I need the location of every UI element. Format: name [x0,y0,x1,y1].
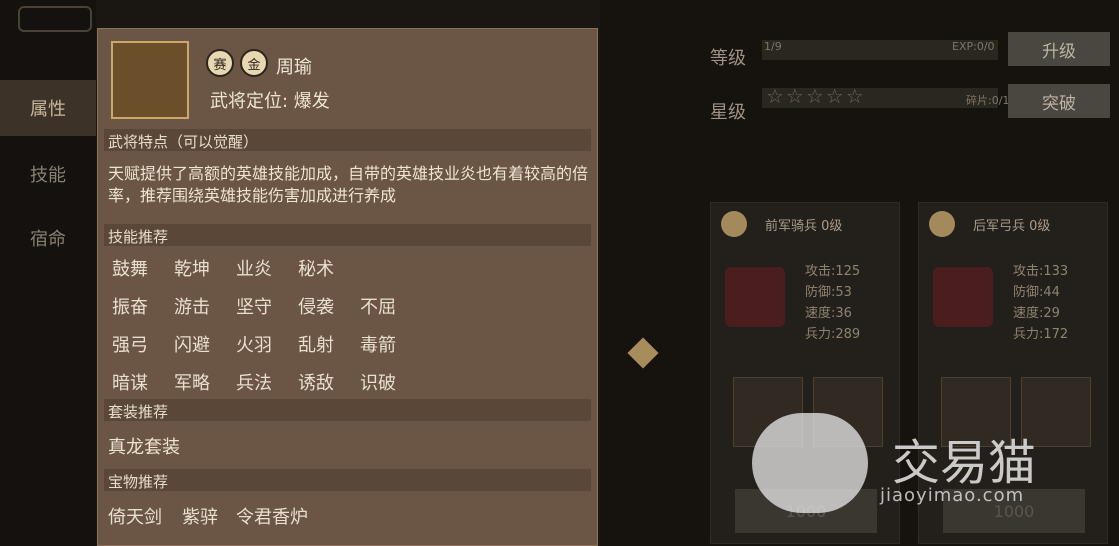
skill-item: 秘术 [298,259,334,280]
skill-item: 诱敌 [298,373,334,394]
faction-badge: 赛 [206,49,234,77]
skill-item: 侵袭 [298,297,334,318]
skill-item: 乾坤 [174,259,210,280]
upgrade-button[interactable]: 升级 [1008,32,1110,66]
rarity-badge: 金 [240,49,268,77]
feature-title: 武将特点（可以觉醒） [108,133,259,151]
star-rating: ☆☆☆☆☆ [766,84,866,108]
skill-item: 不屈 [360,297,396,318]
hero-name: 周瑜 [276,57,312,78]
breakthrough-button[interactable]: 突破 [1008,84,1110,118]
skill-item: 暗谋 [112,373,148,394]
skill-item: 坚守 [236,297,272,318]
skills-header-bar [104,224,591,246]
hero-role: 武将定位: 爆发 [210,91,330,112]
skill-item: 乱射 [298,335,334,356]
back-arrow-icon[interactable] [18,6,92,32]
treasure-item: 倚天剑 [108,507,162,528]
skills-title: 技能推荐 [108,228,169,246]
skill-item: 识破 [360,373,396,394]
skill-item: 业炎 [236,259,272,280]
sidebar-item-destiny[interactable]: 宿命 [0,210,96,266]
level-label: 等级 [710,48,746,69]
skill-item: 毒箭 [360,335,396,356]
sidebar-item-attributes[interactable]: 属性 [0,80,96,136]
skill-item: 军略 [174,373,210,394]
unit-title: 前军骑兵 0级 [765,219,843,234]
unit-title: 后军弓兵 0级 [973,219,1051,234]
sidebar-item-skills[interactable]: 技能 [0,146,96,202]
skill-item: 火羽 [236,335,272,356]
suit-title: 套装推荐 [108,403,169,421]
suit-name: 真龙套装 [108,437,180,458]
cavalry-icon [721,211,747,237]
hero-portrait [111,41,189,119]
skill-item: 振奋 [112,297,148,318]
treasure-item: 令君香炉 [236,507,308,528]
watermark-brand: 交易猫 [892,435,1037,491]
unit-image [725,267,785,327]
skill-item: 闪避 [174,335,210,356]
unit-stats: 攻击:125 防御:53 速度:36 兵力:289 [805,264,861,342]
skill-item: 兵法 [236,373,272,394]
feature-text: 天赋提供了高额的英雄技能加成，自带的英雄技业炎也有着较高的倍率，推荐围绕英雄技能… [108,164,589,205]
hero-info-panel: 赛 金 周瑜 武将定位: 爆发 武将特点（可以觉醒） 天赋提供了高额的英雄技能加… [97,28,598,546]
skill-item: 鼓舞 [112,259,148,280]
arrow-diamond-icon [627,337,659,369]
game-screen: 属性 技能 宿命 等级 1/9 EXP:0/0 升级 星级 ☆☆☆☆☆ 碎片:0… [0,0,1119,546]
star-label: 星级 [710,102,746,123]
cat-logo-icon [752,413,868,513]
suit-header-bar [104,399,591,421]
archer-icon [929,211,955,237]
watermark-url: jiaoyimao.com [880,485,1025,506]
watermark: 交易猫 jiaoyimao.com [746,405,1076,525]
exp-value: EXP:0/0 [952,40,995,53]
unit-image [933,267,993,327]
skill-item: 游击 [174,297,210,318]
sidebar: 属性 技能 宿命 [0,0,96,546]
treasure-title: 宝物推荐 [108,473,169,491]
level-value: 1/9 [764,40,782,53]
treasure-header-bar [104,469,591,491]
unit-stats: 攻击:133 防御:44 速度:29 兵力:172 [1013,264,1069,342]
treasure-item: 紫骍 [182,507,218,528]
skill-item: 强弓 [112,335,148,356]
